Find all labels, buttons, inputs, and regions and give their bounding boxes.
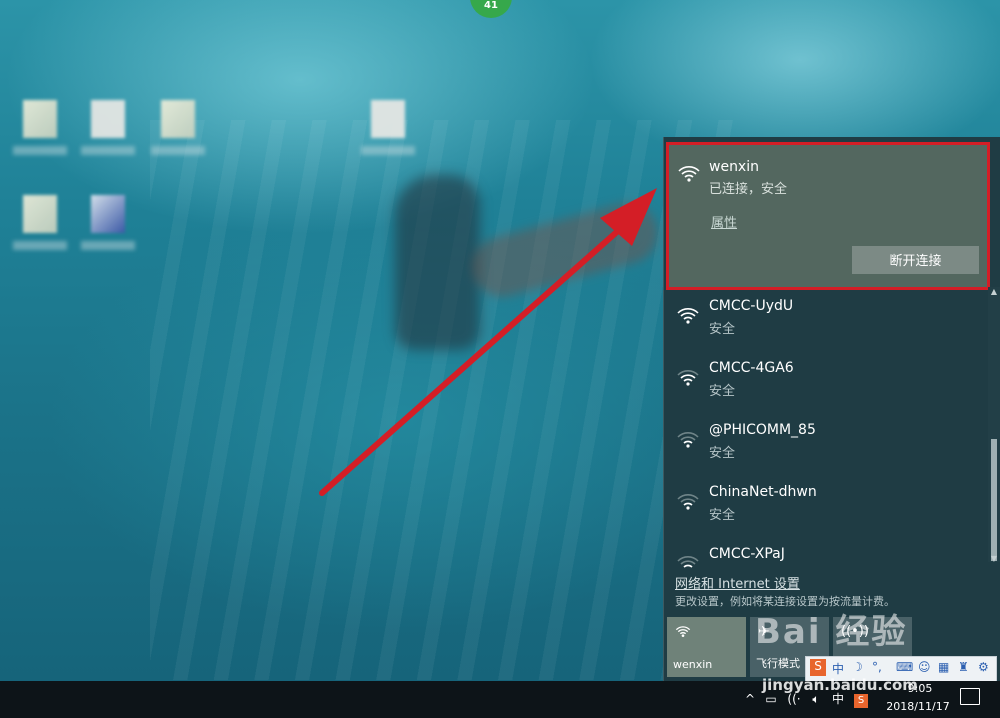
grid-icon[interactable]: ▦ (938, 660, 949, 674)
wifi-icon (677, 556, 699, 568)
network-item[interactable]: CMCC-UydU 安全 (664, 291, 986, 353)
network-ssid: @PHICOMM_85 (709, 422, 816, 438)
wifi-icon (678, 166, 700, 182)
network-ssid: wenxin (709, 159, 759, 175)
moon-icon[interactable]: ☽ (852, 660, 863, 674)
watermark-url: jingyan.baidu.com (762, 676, 918, 694)
baidu-watermark: Bai 经验 (755, 612, 908, 652)
network-ssid: CMCC-XPaJ (709, 546, 785, 562)
network-item[interactable]: @PHICOMM_85 安全 (664, 415, 986, 477)
sogou-logo-icon[interactable]: S (810, 659, 826, 676)
network-list-scrollbar[interactable]: ▲ ▼ (988, 287, 1000, 564)
network-status: 已连接，安全 (709, 182, 788, 197)
network-status: 安全 (709, 446, 736, 461)
network-item[interactable]: ChinaNet-dhwn 安全 (664, 477, 986, 539)
chevron-up-icon[interactable]: ^ (742, 681, 758, 718)
scroll-up-icon[interactable]: ▲ (988, 287, 1000, 297)
punctuation-icon[interactable]: °, (872, 660, 882, 674)
tile-label: 飞行模式 (756, 657, 800, 670)
keyboard-icon[interactable]: ⌨ (896, 660, 913, 674)
network-settings-link[interactable]: 网络和 Internet 设置 (675, 573, 800, 592)
ime-lang-toggle[interactable]: 中 (832, 660, 844, 677)
network-flyout: wenxin 已连接，安全 属性 断开连接 CMCC-UydU 安全 CMCC-… (663, 137, 1000, 681)
disconnect-button[interactable]: 断开连接 (852, 246, 979, 274)
network-status: 安全 (709, 508, 736, 523)
scrollbar-thumb[interactable] (991, 439, 997, 561)
user-icon[interactable]: ☺ (918, 660, 931, 674)
network-status: 安全 (709, 384, 736, 399)
wifi-icon (677, 494, 699, 510)
notification-center-icon[interactable] (960, 688, 980, 705)
wifi-toggle-tile[interactable]: wenxin (667, 617, 746, 677)
network-status: 安全 (709, 322, 736, 337)
wifi-icon (677, 370, 699, 386)
wifi-icon (677, 308, 699, 324)
connected-network[interactable]: wenxin 已连接，安全 属性 断开连接 (666, 142, 990, 290)
scroll-down-icon[interactable]: ▼ (988, 554, 1000, 564)
properties-link[interactable]: 属性 (711, 212, 737, 231)
network-ssid: CMCC-UydU (709, 298, 794, 314)
settings-gear-icon[interactable]: ⚙ (978, 660, 989, 674)
network-item[interactable]: CMCC-4GA6 安全 (664, 353, 986, 415)
network-ssid: CMCC-4GA6 (709, 360, 794, 376)
wifi-icon (675, 626, 691, 637)
wifi-icon (677, 432, 699, 448)
clock-date[interactable]: 2018/11/17 (880, 700, 956, 713)
skin-icon[interactable]: ♜ (958, 660, 969, 674)
network-ssid: ChinaNet-dhwn (709, 484, 817, 500)
network-item[interactable]: CMCC-XPaJ (664, 539, 986, 569)
tile-label: wenxin (673, 658, 713, 671)
